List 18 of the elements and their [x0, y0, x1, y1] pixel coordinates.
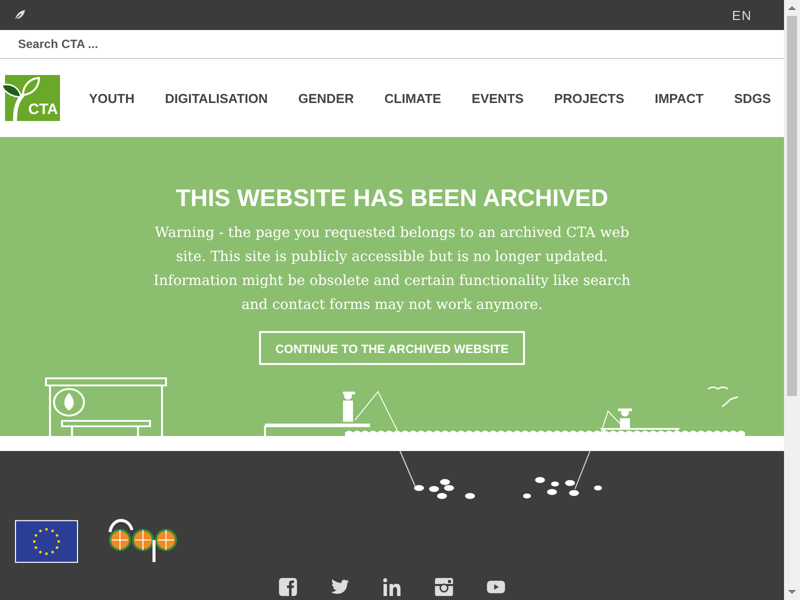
language-code: EN	[732, 8, 752, 22]
nav-link[interactable]: DIGITALISATION	[164, 90, 268, 106]
instagram-icon[interactable]	[435, 578, 453, 596]
nav-link[interactable]: SDGS	[734, 90, 771, 106]
nav-link[interactable]: GENDER	[298, 90, 354, 106]
banner-message: Warning - the page you requested belongs to an archived CTA web site. This site is publicly accessible but is no longer updated. Information might be obsolete and certain functionality like search and contact forms may not work anymore.	[152, 224, 632, 315]
leaf-icon[interactable]	[14, 9, 26, 21]
nav-link[interactable]: EVENTS	[472, 90, 524, 106]
eu-flag-icon	[15, 520, 78, 562]
facebook-icon[interactable]	[279, 578, 297, 596]
nav-link[interactable]: IMPACT	[654, 90, 704, 106]
twitter-icon[interactable]	[331, 578, 349, 596]
linkedin-icon[interactable]	[383, 578, 401, 596]
nav-link[interactable]: CLIMATE	[384, 90, 442, 106]
nav-link[interactable]: PROJECTS	[554, 90, 624, 106]
youtube-icon[interactable]	[487, 578, 505, 596]
nav-link[interactable]: YOUTH	[89, 90, 134, 106]
banner-title: THIS WEBSITE HAS BEEN ARCHIVED	[176, 185, 608, 213]
